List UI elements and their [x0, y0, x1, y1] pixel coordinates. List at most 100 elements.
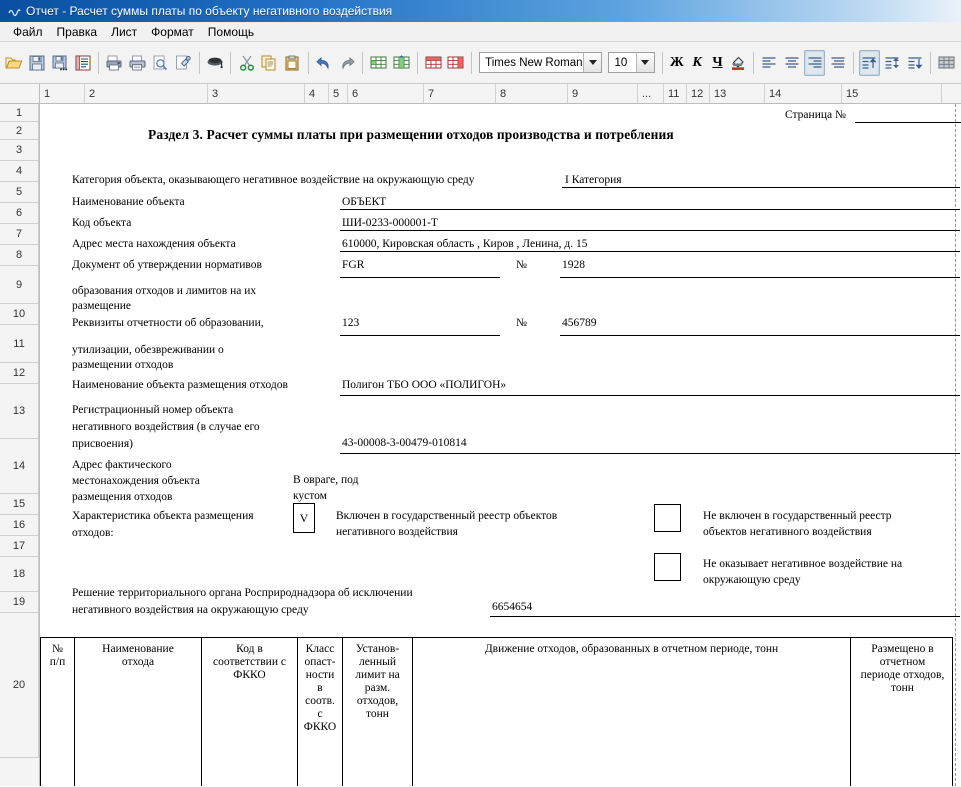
column-header-14[interactable]: 14: [765, 84, 842, 103]
row-header-9[interactable]: 9: [0, 266, 39, 304]
italic-button[interactable]: К: [688, 52, 706, 74]
font-size-combo[interactable]: 10: [608, 52, 654, 73]
open-folder-icon[interactable]: [4, 50, 25, 76]
bold-button[interactable]: Ж: [668, 52, 686, 74]
align-left-icon[interactable]: [759, 50, 780, 76]
row-header-8[interactable]: 8: [0, 245, 39, 266]
row-header-7[interactable]: 7: [0, 224, 39, 245]
column-header-15[interactable]: 15: [842, 84, 942, 103]
menu-edit[interactable]: Правка: [50, 23, 105, 41]
row-header-11[interactable]: 11: [0, 325, 39, 363]
standards-document-value[interactable]: FGR: [342, 259, 364, 272]
align-center-icon[interactable]: [781, 50, 802, 76]
valign-top-icon[interactable]: [859, 50, 880, 76]
report-icon[interactable]: [73, 50, 94, 76]
row-header-label: 15: [13, 498, 25, 510]
insert-row-icon[interactable]: [368, 50, 389, 76]
delete-column-icon[interactable]: [445, 50, 466, 76]
page-settings-icon[interactable]: [173, 50, 194, 76]
column-header-4[interactable]: 4: [305, 84, 329, 103]
fill-color-icon[interactable]: [729, 52, 748, 74]
object-category-value[interactable]: I Категория: [565, 174, 622, 187]
delete-row-icon[interactable]: [423, 50, 444, 76]
not-included-in-registry-checkbox[interactable]: [654, 504, 681, 532]
menu-format[interactable]: Формат: [144, 23, 201, 41]
column-header-7[interactable]: 7: [424, 84, 496, 103]
cut-icon[interactable]: [236, 50, 257, 76]
select-all-corner[interactable]: [0, 84, 40, 103]
spreadsheet-grid: 1234567891011121314151617181920 Страница…: [0, 104, 961, 786]
column-header-5[interactable]: 5: [329, 84, 348, 103]
row-header-17[interactable]: 17: [0, 536, 39, 557]
valign-middle-icon[interactable]: [882, 50, 903, 76]
column-header-8[interactable]: 8: [496, 84, 568, 103]
column-header-9[interactable]: 9: [568, 84, 638, 103]
standards-document-number-value[interactable]: 1928: [562, 259, 585, 272]
column-header-2[interactable]: 2: [85, 84, 208, 103]
undo-icon[interactable]: [314, 50, 335, 76]
row-header-13[interactable]: 13: [0, 384, 39, 439]
actual-location-address-value[interactable]: В овраге, под кустом: [293, 472, 358, 504]
graduation-cap-icon[interactable]: [205, 50, 226, 76]
row-header-12[interactable]: 12: [0, 363, 39, 384]
object-name-value[interactable]: ОБЪЕКТ: [342, 196, 386, 209]
row-header-6[interactable]: 6: [0, 203, 39, 224]
row-header-5[interactable]: 5: [0, 182, 39, 203]
row-header-10[interactable]: 10: [0, 304, 39, 325]
row-header-19[interactable]: 19: [0, 592, 39, 613]
chevron-down-icon[interactable]: [583, 53, 601, 72]
row-header-18[interactable]: 18: [0, 557, 39, 592]
save-as-icon[interactable]: [50, 50, 71, 76]
waste-table: № п/пНаименование отходаКод в соответств…: [40, 637, 953, 786]
redo-icon[interactable]: [336, 50, 357, 76]
align-right-icon[interactable]: [804, 50, 825, 76]
column-header-label: 13: [714, 88, 726, 100]
reporting-details-number-value[interactable]: 456789: [562, 317, 597, 330]
save-icon[interactable]: [27, 50, 48, 76]
column-header-11[interactable]: 11: [664, 84, 687, 103]
insert-column-icon[interactable]: [391, 50, 412, 76]
column-header-6[interactable]: 6: [348, 84, 424, 103]
font-name-combo[interactable]: Times New Roman: [479, 52, 602, 73]
row-header-3[interactable]: 3: [0, 140, 39, 161]
menu-sheet[interactable]: Лист: [104, 23, 144, 41]
column-header-12[interactable]: 12: [687, 84, 710, 103]
align-justify-icon[interactable]: [827, 50, 848, 76]
object-address-value[interactable]: 610000, Кировская область , Киров , Лени…: [342, 238, 588, 251]
print-preview-icon[interactable]: [150, 50, 171, 76]
toolbar-separator: [471, 52, 472, 74]
col-hazard-class: Класс опаст- ности в соотв. с ФККО: [298, 638, 343, 786]
exclusion-decision-value[interactable]: 6654654: [492, 601, 532, 614]
registration-number-value[interactable]: 43-00008-3-00479-010814: [342, 437, 467, 450]
reporting-details-value[interactable]: 123: [342, 317, 359, 330]
column-header-3[interactable]: 3: [208, 84, 305, 103]
sheet-canvas[interactable]: Страница № Раздел 3. Расчет суммы платы …: [40, 104, 961, 786]
disposal-site-name-rule: [340, 395, 960, 396]
menu-file[interactable]: Файл: [6, 23, 50, 41]
column-header-label: 3: [212, 88, 218, 100]
column-header-13[interactable]: 13: [710, 84, 765, 103]
underline-button[interactable]: Ч: [708, 52, 726, 74]
row-header-2[interactable]: 2: [0, 122, 39, 140]
included-in-registry-checkbox[interactable]: V: [293, 503, 315, 533]
print-setup-icon[interactable]: [104, 50, 125, 76]
column-header-1[interactable]: 1: [40, 84, 85, 103]
row-header-14[interactable]: 14: [0, 439, 39, 494]
print-icon[interactable]: [127, 50, 148, 76]
row-header-4[interactable]: 4: [0, 161, 39, 182]
copy-icon[interactable]: [259, 50, 280, 76]
valign-bottom-icon[interactable]: [905, 50, 926, 76]
paste-icon[interactable]: [282, 50, 303, 76]
row-header-15[interactable]: 15: [0, 494, 39, 515]
object-code-value[interactable]: ШИ-0233-000001-Т: [342, 217, 438, 230]
chevron-down-icon[interactable]: [636, 53, 654, 72]
disposal-site-name-value[interactable]: Полигон ТБО ООО «ПОЛИГОН»: [342, 379, 506, 392]
toolbar-separator: [199, 52, 200, 74]
borders-icon[interactable]: [936, 50, 957, 76]
row-header-1[interactable]: 1: [0, 104, 39, 122]
row-header-20[interactable]: 20: [0, 613, 39, 758]
row-header-16[interactable]: 16: [0, 515, 39, 536]
no-negative-impact-checkbox[interactable]: [654, 553, 681, 581]
menu-help[interactable]: Помощь: [201, 23, 261, 41]
column-header-xxx[interactable]: ...: [638, 84, 664, 103]
